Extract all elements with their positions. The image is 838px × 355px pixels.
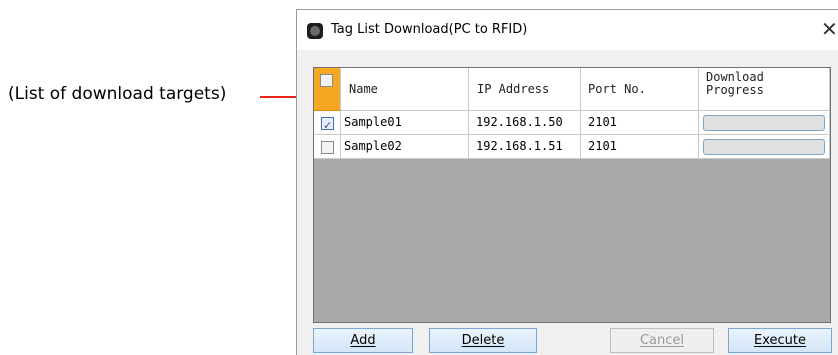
download-targets-grid[interactable]: Name IP Address Port No. Download Progre… [313, 67, 831, 323]
row-select-cell[interactable] [314, 135, 341, 159]
tag-list-download-dialog: Tag List Download(PC to RFID) ✕ Name IP … [296, 9, 838, 355]
download-progress-bar [703, 139, 825, 155]
port-cell[interactable]: 2101 [581, 135, 699, 159]
select-all-header[interactable] [314, 68, 341, 111]
column-header-download-progress[interactable]: Download Progress [699, 68, 830, 111]
select-all-checkbox[interactable] [320, 74, 333, 87]
execute-button[interactable]: Execute [728, 328, 832, 353]
column-header-name[interactable]: Name [341, 68, 469, 111]
name-cell[interactable]: Sample02 [341, 135, 469, 159]
close-icon[interactable]: ✕ [821, 17, 838, 41]
progress-cell [699, 135, 830, 159]
column-header-label: Name [349, 82, 378, 96]
ip-cell[interactable]: 192.168.1.51 [469, 135, 581, 159]
port-cell[interactable]: 2101 [581, 111, 699, 135]
row-checkbox[interactable] [321, 114, 334, 134]
column-header-label: Port No. [588, 82, 646, 96]
title-bar: Tag List Download(PC to RFID) ✕ [297, 10, 838, 50]
column-header-ip-address[interactable]: IP Address [469, 68, 581, 111]
table-row[interactable]: Sample01 192.168.1.50 2101 [314, 111, 830, 135]
column-header-label: Download Progress [706, 70, 764, 97]
add-button[interactable]: Add [313, 328, 413, 353]
row-select-cell[interactable] [314, 111, 341, 135]
name-cell[interactable]: Sample01 [341, 111, 469, 135]
app-icon [307, 23, 323, 39]
table-row[interactable]: Sample02 192.168.1.51 2101 [314, 135, 830, 159]
column-header-label: IP Address [477, 82, 550, 96]
download-progress-bar [703, 115, 825, 131]
progress-cell [699, 111, 830, 135]
cancel-button[interactable]: Cancel [610, 328, 714, 353]
list-annotation-label: (List of download targets) [8, 84, 227, 104]
ip-cell[interactable]: 192.168.1.50 [469, 111, 581, 135]
column-header-port[interactable]: Port No. [581, 68, 699, 111]
row-checkbox[interactable] [321, 141, 334, 154]
window-title: Tag List Download(PC to RFID) [331, 22, 528, 37]
delete-button[interactable]: Delete [429, 328, 537, 353]
